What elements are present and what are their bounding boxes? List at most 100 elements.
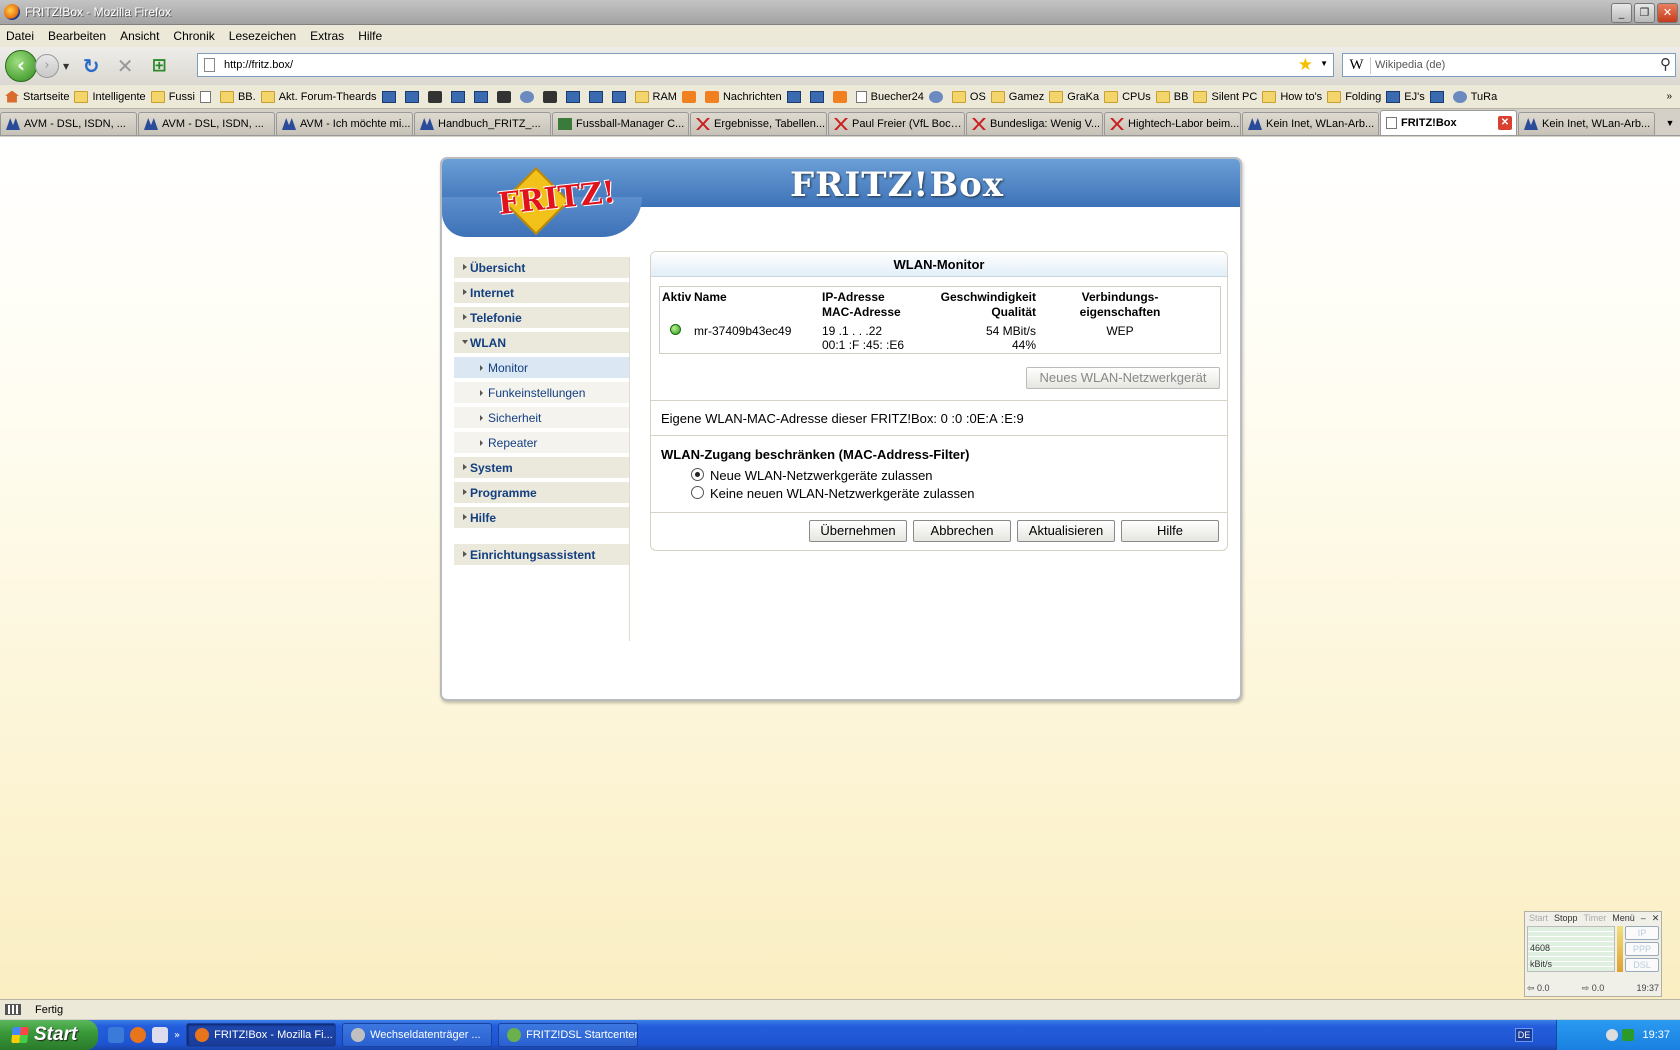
new-tab-icon[interactable]: ⊞ [147, 54, 171, 78]
sidebar-item-telefonie[interactable]: Telefonie [454, 307, 629, 328]
bookmark-item[interactable] [611, 90, 630, 103]
sidebar-item-programme[interactable]: Programme [454, 482, 629, 503]
sidebar-item-einrichtungsassistent[interactable]: Einrichtungsassistent [454, 544, 629, 565]
bookmark-item[interactable]: Intelligente [74, 90, 146, 103]
bookmark-item[interactable] [381, 90, 400, 103]
tab[interactable]: Handbuch_FRITZ_... [414, 112, 551, 135]
taskbar-item[interactable]: FRITZ!Box - Mozilla Fi... [186, 1023, 337, 1047]
reload-icon[interactable]: ↻ [79, 54, 103, 78]
bookmarks-overflow-icon[interactable]: » [1666, 91, 1672, 102]
close-button[interactable]: ✕ [1657, 3, 1678, 23]
url-dropdown-icon[interactable]: ▼ [1320, 59, 1328, 68]
tray-network-icon[interactable] [1622, 1029, 1635, 1041]
start-button[interactable]: Start [0, 1020, 98, 1050]
bookmark-item[interactable]: OS [951, 90, 986, 103]
bookmark-item[interactable]: GraKa [1049, 90, 1099, 103]
menu-datei[interactable]: Datei [6, 29, 34, 43]
radio-allow-new[interactable] [691, 468, 704, 481]
history-dropdown-icon[interactable]: ▼ [63, 62, 69, 71]
url-text[interactable]: http://fritz.box/ [224, 59, 293, 71]
bookmark-item[interactable]: BB [1155, 90, 1188, 103]
bookmark-item[interactable]: Folding [1327, 90, 1381, 103]
bookmark-item[interactable]: BB. [219, 90, 256, 103]
bookmark-item[interactable]: EJ's [1386, 90, 1425, 103]
search-input[interactable]: Wikipedia (de) [1375, 59, 1445, 71]
tab[interactable]: Bundesliga: Wenig V... [966, 112, 1103, 135]
bookmark-item[interactable]: CPUs [1104, 90, 1151, 103]
search-icon[interactable]: ⚲ [1660, 55, 1671, 73]
sidebar-item-uebersicht[interactable]: Übersicht [454, 257, 629, 278]
sidebar-item-system[interactable]: System [454, 457, 629, 478]
menu-lesezeichen[interactable]: Lesezeichen [229, 29, 296, 43]
taskbar-item[interactable]: FRITZ!DSL Startcenter [498, 1023, 639, 1047]
bookmark-item[interactable]: Akt. Forum-Theards [260, 90, 377, 103]
radio-deny-new[interactable] [691, 486, 704, 499]
bookmark-item[interactable] [450, 90, 469, 103]
widget-menu-button[interactable]: Menü [1612, 913, 1635, 923]
sidebar-item-hilfe[interactable]: Hilfe [454, 507, 629, 528]
restore-button[interactable]: ❐ [1634, 3, 1655, 23]
new-device-button[interactable]: Neues WLAN-Netzwerkgerät [1026, 367, 1220, 389]
back-button[interactable]: ‹ [5, 50, 37, 82]
sidebar-item-monitor[interactable]: Monitor [454, 357, 629, 378]
tab[interactable]: Ergebnisse, Tabellen... [690, 112, 827, 135]
tab[interactable]: AVM - Ich möchte mi... [276, 112, 413, 135]
bookmark-item[interactable]: RAM [634, 90, 677, 103]
tab-close-icon[interactable]: ✕ [1498, 116, 1512, 130]
bookmark-item[interactable]: Fussi [150, 90, 195, 103]
tab[interactable]: Hightech-Labor beim... [1104, 112, 1241, 135]
menu-ansicht[interactable]: Ansicht [120, 29, 159, 43]
tab[interactable]: Paul Freier (VfL Boch... [828, 112, 965, 135]
sidebar-item-wlan[interactable]: WLAN [454, 332, 629, 353]
refresh-button[interactable]: Aktualisieren [1017, 520, 1115, 542]
radio-allow-label[interactable]: Neue WLAN-Netzwerkgeräte zulassen [710, 468, 933, 483]
radio-deny-label[interactable]: Keine neuen WLAN-Netzwerkgeräte zulassen [710, 486, 974, 501]
bookmark-item[interactable] [199, 90, 215, 103]
widget-stop-button[interactable]: Stopp [1554, 913, 1578, 923]
bookmark-item[interactable] [519, 90, 538, 103]
language-indicator[interactable]: DE [1515, 1028, 1533, 1042]
bookmark-item[interactable] [1429, 90, 1448, 103]
bookmark-item[interactable] [809, 90, 828, 103]
bookmark-item[interactable] [786, 90, 805, 103]
cancel-button[interactable]: Abbrechen [913, 520, 1011, 542]
menu-hilfe[interactable]: Hilfe [358, 29, 382, 43]
firefox-quicklaunch-icon[interactable] [130, 1027, 146, 1043]
tray-arrow-icon[interactable] [1606, 1029, 1619, 1041]
menu-extras[interactable]: Extras [310, 29, 344, 43]
bookmark-item[interactable] [496, 90, 515, 103]
tab[interactable]: AVM - DSL, ISDN, ... [0, 112, 137, 135]
help-button[interactable]: Hilfe [1121, 520, 1219, 542]
tab[interactable]: AVM - DSL, ISDN, ... [138, 112, 275, 135]
bookmark-item[interactable] [404, 90, 423, 103]
sidebar-item-funkeinstellungen[interactable]: Funkeinstellungen [454, 382, 629, 403]
tab[interactable]: Kein Inet, WLan-Arb... [1242, 112, 1379, 135]
menu-chronik[interactable]: Chronik [173, 29, 214, 43]
tab[interactable]: Kein Inet, WLan-Arb... [1518, 112, 1655, 135]
bookmark-item[interactable]: Startseite [5, 90, 69, 103]
list-all-tabs-icon[interactable]: ▼ [1660, 118, 1680, 128]
bookmark-star-icon[interactable]: ★ [1298, 55, 1313, 75]
stop-icon[interactable]: ✕ [113, 54, 137, 78]
wikipedia-icon[interactable]: W [1343, 56, 1371, 74]
bookmark-item[interactable]: How to's [1262, 90, 1322, 103]
widget-start-button[interactable]: Start [1529, 913, 1548, 923]
bookmark-item[interactable] [427, 90, 446, 103]
sidebar-item-repeater[interactable]: Repeater [454, 432, 629, 453]
bookmark-item[interactable]: Gamez [990, 90, 1044, 103]
taskbar-item[interactable]: Wechseldatenträger ... [342, 1023, 493, 1047]
bookmark-item[interactable] [832, 90, 851, 103]
forward-button[interactable]: › [35, 54, 59, 78]
widget-close-icon[interactable]: ✕ [1652, 913, 1660, 924]
url-bar[interactable]: http://fritz.box/ ★ ▼ [197, 53, 1334, 77]
menu-bearbeiten[interactable]: Bearbeiten [48, 29, 106, 43]
bookmark-item[interactable]: TuRa [1452, 90, 1497, 103]
minimize-button[interactable]: _ [1611, 3, 1632, 23]
bookmark-item[interactable] [928, 90, 947, 103]
ie-icon[interactable] [108, 1027, 124, 1043]
apply-button[interactable]: Übernehmen [809, 520, 907, 542]
sidebar-item-sicherheit[interactable]: Sicherheit [454, 407, 629, 428]
bookmark-item[interactable]: Buecher24 [855, 90, 924, 103]
bookmark-item[interactable] [681, 90, 700, 103]
bookmark-item[interactable]: Nachrichten [704, 90, 782, 103]
